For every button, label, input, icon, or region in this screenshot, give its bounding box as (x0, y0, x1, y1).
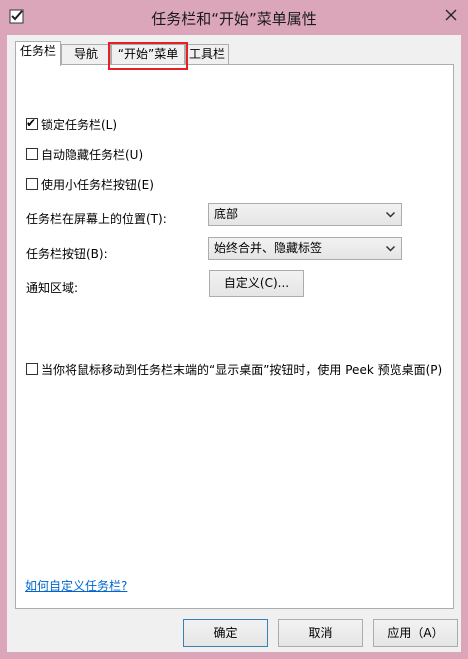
tab-highlight-box (108, 42, 188, 70)
position-value: 底部 (214, 207, 239, 221)
position-dropdown[interactable]: 底部 (208, 203, 402, 226)
lock-taskbar-checkbox[interactable]: ✔ (26, 116, 38, 130)
tab-taskbar[interactable]: 任务栏 (15, 41, 61, 66)
help-link[interactable]: 如何自定义任务栏? (25, 577, 127, 594)
title-bar[interactable]: 任务栏和“开始”菜单属性 (0, 0, 468, 35)
taskbar-settings-panel: ✔ 锁定任务栏(L) 自动隐藏任务栏(U) 使用小任务栏按钮(E) 任务栏在屏幕… (15, 64, 454, 609)
dialog-client-area: 任务栏 导航 “开始”菜单 工具栏 ✔ 锁定任务栏(L) 自动隐藏任务栏(U) … (7, 35, 461, 652)
tab-toolbars[interactable]: 工具栏 (185, 44, 229, 65)
cancel-button[interactable]: 取消 (278, 619, 363, 647)
lock-taskbar-label: 锁定任务栏(L) (41, 117, 118, 132)
taskbar-buttons-dropdown[interactable]: 始终合并、隐藏标签 (208, 237, 402, 260)
small-buttons-label: 使用小任务栏按钮(E) (41, 177, 154, 192)
autohide-taskbar-label: 自动隐藏任务栏(U) (41, 147, 144, 162)
lock-taskbar-option[interactable]: ✔ 锁定任务栏(L) (26, 116, 117, 132)
apply-button[interactable]: 应用（A） (373, 619, 458, 647)
ok-button[interactable]: 确定 (183, 619, 268, 647)
peek-option[interactable]: 当你将鼠标移动到任务栏末端的“显示桌面”按钮时，使用 Peek 预览桌面(P) (26, 361, 442, 377)
chevron-down-icon (385, 238, 395, 259)
small-buttons-checkbox[interactable] (26, 178, 38, 190)
dialog-window: 任务栏和“开始”菜单属性 任务栏 导航 “开始”菜单 工具栏 ✔ 锁定任务栏(L… (0, 0, 468, 659)
small-buttons-option[interactable]: 使用小任务栏按钮(E) (26, 176, 154, 192)
tab-label: 任务栏 (19, 44, 56, 58)
taskbar-buttons-label: 任务栏按钮(B): (26, 247, 108, 261)
tab-label: 工具栏 (188, 47, 225, 61)
position-label: 任务栏在屏幕上的位置(T): (26, 212, 167, 226)
close-button[interactable] (434, 0, 468, 30)
checkmark-icon: ✔ (26, 116, 37, 130)
peek-checkbox[interactable] (26, 363, 38, 375)
close-icon (445, 9, 457, 21)
customize-notification-button[interactable]: 自定义(C)... (209, 270, 304, 297)
taskbar-buttons-value: 始终合并、隐藏标签 (214, 241, 323, 255)
chevron-down-icon (385, 204, 395, 225)
autohide-taskbar-option[interactable]: 自动隐藏任务栏(U) (26, 146, 143, 162)
tab-navigation[interactable]: 导航 (61, 44, 111, 65)
autohide-taskbar-checkbox[interactable] (26, 148, 38, 160)
notification-area-label: 通知区域: (26, 281, 79, 295)
tab-label: 导航 (73, 47, 98, 61)
window-title: 任务栏和“开始”菜单属性 (151, 10, 317, 28)
peek-label: 当你将鼠标移动到任务栏末端的“显示桌面”按钮时，使用 Peek 预览桌面(P) (41, 362, 443, 377)
